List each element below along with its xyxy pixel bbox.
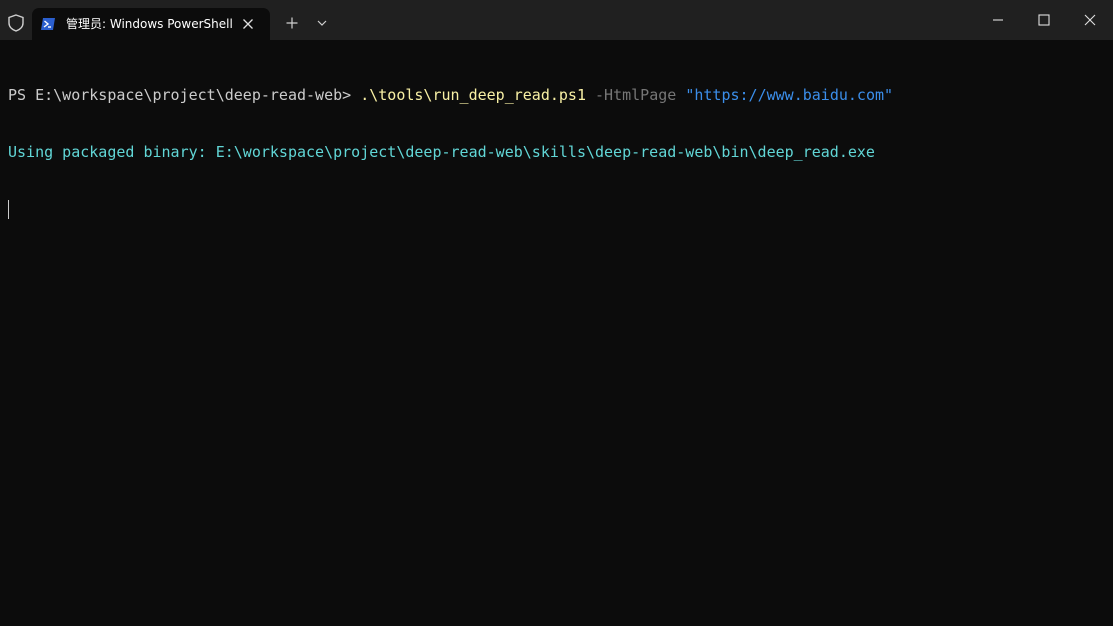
command: .\tools\run_deep_read.ps1: [360, 86, 586, 104]
shield-icon: [8, 14, 24, 32]
maximize-icon[interactable]: [1036, 12, 1052, 28]
text-cursor: [8, 200, 9, 219]
new-tab-icon[interactable]: [284, 15, 300, 31]
powershell-icon: [41, 18, 55, 30]
tab-powershell[interactable]: 管理员: Windows PowerShell: [32, 8, 270, 40]
terminal-window: 管理员: Windows PowerShell PS E:\workspace\…: [0, 0, 1113, 626]
chevron-down-icon[interactable]: [314, 15, 330, 31]
minimize-icon[interactable]: [990, 12, 1006, 28]
argument: "https://www.baidu.com": [685, 86, 894, 104]
output-line: Using packaged binary: E:\workspace\proj…: [8, 143, 875, 161]
input-line[interactable]: [8, 200, 1113, 219]
title-bar[interactable]: 管理员: Windows PowerShell: [0, 0, 1113, 40]
close-icon[interactable]: [1082, 12, 1098, 28]
prompt: PS E:\workspace\project\deep-read-web>: [8, 86, 361, 104]
tab-title: 管理员: Windows PowerShell: [66, 17, 233, 31]
tab-close-icon[interactable]: [240, 16, 256, 32]
parameter: -HtmlPage: [595, 86, 677, 104]
console-output[interactable]: PS E:\workspace\project\deep-read-web> .…: [0, 40, 1113, 626]
command-line: PS E:\workspace\project\deep-read-web> .…: [8, 86, 1113, 105]
